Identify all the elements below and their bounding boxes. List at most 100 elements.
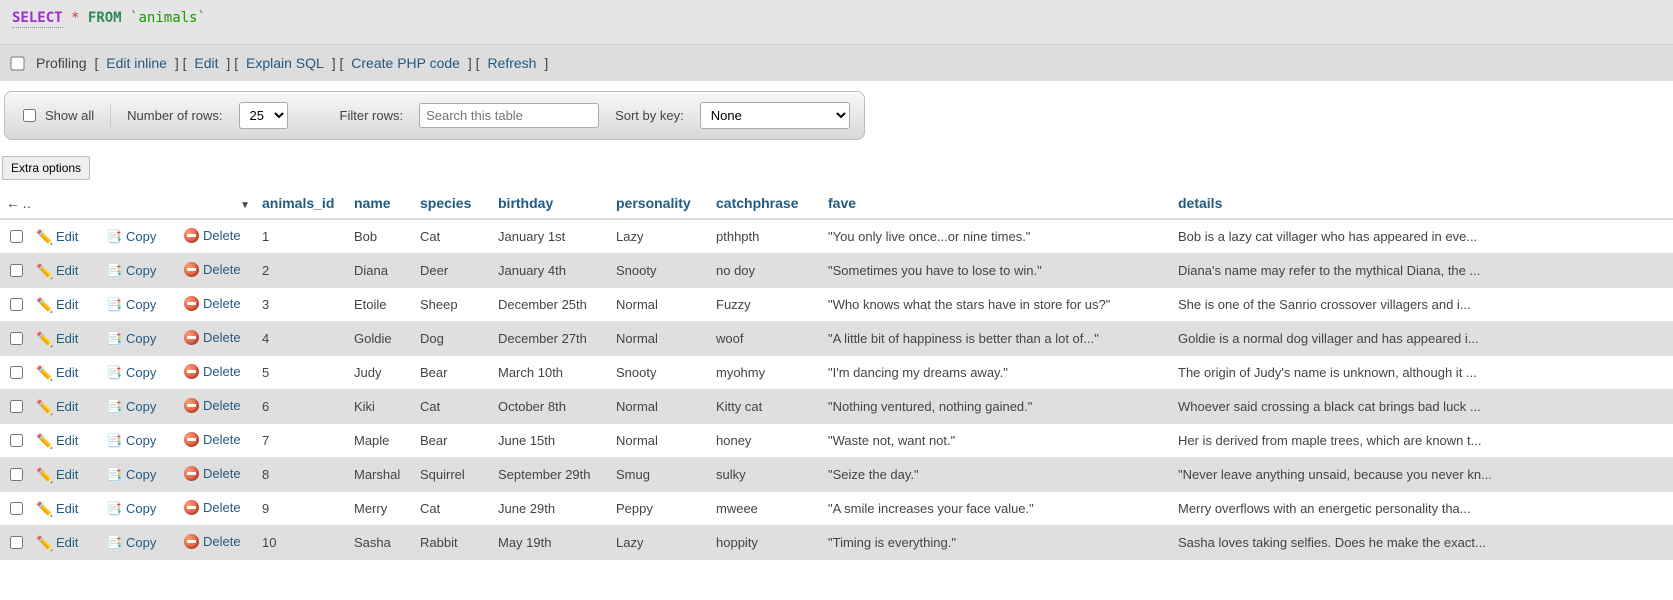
row-checkbox[interactable] xyxy=(10,264,23,277)
col-name[interactable]: name xyxy=(348,188,414,219)
row-checkbox[interactable] xyxy=(10,400,23,413)
col-catchphrase[interactable]: catchphrase xyxy=(710,188,822,219)
cell-personality: Normal xyxy=(610,322,710,356)
cell-id: 6 xyxy=(256,390,348,424)
copy-row-link[interactable]: Copy xyxy=(106,365,156,381)
edit-row-link[interactable]: Edit xyxy=(36,365,78,381)
sort-by-key-select[interactable]: None xyxy=(700,102,850,129)
refresh-link[interactable]: Refresh xyxy=(487,55,536,71)
col-species[interactable]: species xyxy=(414,188,492,219)
edit-row-link[interactable]: Edit xyxy=(36,467,78,483)
col-birthday[interactable]: birthday xyxy=(492,188,610,219)
copy-row-link[interactable]: Copy xyxy=(106,297,156,313)
row-checkbox[interactable] xyxy=(10,332,23,345)
delete-icon xyxy=(184,466,199,481)
copy-row-link[interactable]: Copy xyxy=(106,399,156,415)
cell-species: Squirrel xyxy=(414,458,492,492)
row-checkbox[interactable] xyxy=(10,434,23,447)
sort-direction-header[interactable]: ←T→ xyxy=(0,188,30,219)
cell-catchphrase: hoppity xyxy=(710,526,822,560)
sort-by-key-label: Sort by key: xyxy=(615,108,684,123)
create-php-link[interactable]: Create PHP code xyxy=(351,55,460,71)
edit-row-link[interactable]: Edit xyxy=(36,263,78,279)
results-controls: Show all Number of rows: 25 Filter rows:… xyxy=(4,91,865,140)
row-checkbox[interactable] xyxy=(10,366,23,379)
col-fave[interactable]: fave xyxy=(822,188,1172,219)
cell-name: Maple xyxy=(348,424,414,458)
pencil-icon xyxy=(36,331,52,347)
delete-row-link[interactable]: Delete xyxy=(184,398,241,413)
edit-row-link[interactable]: Edit xyxy=(36,229,78,245)
cell-fave: "A smile increases your face value." xyxy=(822,492,1172,526)
explain-sql-link[interactable]: Explain SQL xyxy=(246,55,324,71)
cell-catchphrase: mweee xyxy=(710,492,822,526)
delete-row-link[interactable]: Delete xyxy=(184,466,241,481)
edit-row-link[interactable]: Edit xyxy=(36,501,78,517)
cell-name: Diana xyxy=(348,254,414,288)
cell-details: Whoever said crossing a black cat brings… xyxy=(1172,390,1673,424)
copy-row-link[interactable]: Copy xyxy=(106,331,156,347)
cell-personality: Normal xyxy=(610,288,710,322)
table-row: EditCopyDelete8MarshalSquirrelSeptember … xyxy=(0,458,1673,492)
sql-keyword-from: FROM xyxy=(88,10,122,26)
table-row: EditCopyDelete4GoldieDogDecember 27thNor… xyxy=(0,322,1673,356)
filter-rows-input[interactable] xyxy=(419,103,599,128)
edit-link[interactable]: Edit xyxy=(194,55,218,71)
copy-row-link[interactable]: Copy xyxy=(106,263,156,279)
delete-icon xyxy=(184,534,199,549)
copy-row-link[interactable]: Copy xyxy=(106,535,156,551)
copy-icon xyxy=(106,297,122,313)
table-row: EditCopyDelete10SashaRabbitMay 19thLazyh… xyxy=(0,526,1673,560)
row-checkbox[interactable] xyxy=(10,502,23,515)
copy-icon xyxy=(106,467,122,483)
col-animals-id[interactable]: animals_id xyxy=(256,188,348,219)
show-all-control[interactable]: Show all xyxy=(19,106,94,125)
cell-fave: "Timing is everything." xyxy=(822,526,1172,560)
cell-personality: Smug xyxy=(610,458,710,492)
row-checkbox[interactable] xyxy=(10,230,23,243)
num-rows-label: Number of rows: xyxy=(127,108,222,123)
delete-icon xyxy=(184,500,199,515)
cell-id: 8 xyxy=(256,458,348,492)
cell-species: Bear xyxy=(414,424,492,458)
row-checkbox[interactable] xyxy=(10,468,23,481)
extra-options-button[interactable]: Extra options xyxy=(2,156,90,180)
copy-row-link[interactable]: Copy xyxy=(106,501,156,517)
results-table: ←T→ ▼ animals_id name species birthday p… xyxy=(0,188,1673,560)
delete-row-link[interactable]: Delete xyxy=(184,364,241,379)
delete-row-link[interactable]: Delete xyxy=(184,296,241,311)
delete-row-link[interactable]: Delete xyxy=(184,534,241,549)
cell-catchphrase: myohmy xyxy=(710,356,822,390)
edit-row-link[interactable]: Edit xyxy=(36,433,78,449)
copy-row-link[interactable]: Copy xyxy=(106,433,156,449)
delete-row-link[interactable]: Delete xyxy=(184,228,241,243)
edit-row-link[interactable]: Edit xyxy=(36,297,78,313)
edit-row-link[interactable]: Edit xyxy=(36,399,78,415)
show-all-checkbox[interactable] xyxy=(23,109,36,122)
dropdown-caret-icon[interactable]: ▼ xyxy=(240,200,250,211)
row-checkbox[interactable] xyxy=(10,536,23,549)
delete-row-link[interactable]: Delete xyxy=(184,500,241,515)
edit-row-link[interactable]: Edit xyxy=(36,535,78,551)
edit-row-link[interactable]: Edit xyxy=(36,331,78,347)
delete-row-link[interactable]: Delete xyxy=(184,262,241,277)
sql-keyword-select: SELECT xyxy=(12,10,63,28)
cell-id: 2 xyxy=(256,254,348,288)
copy-row-link[interactable]: Copy xyxy=(106,229,156,245)
col-personality[interactable]: personality xyxy=(610,188,710,219)
num-rows-select[interactable]: 25 xyxy=(239,102,288,129)
col-details[interactable]: details xyxy=(1172,188,1673,219)
row-checkbox[interactable] xyxy=(10,298,23,311)
profiling-label: Profiling xyxy=(36,55,87,71)
pencil-icon xyxy=(36,297,52,313)
delete-row-link[interactable]: Delete xyxy=(184,432,241,447)
table-row: EditCopyDelete9MerryCatJune 29thPeppymwe… xyxy=(0,492,1673,526)
cell-birthday: May 19th xyxy=(492,526,610,560)
copy-row-link[interactable]: Copy xyxy=(106,467,156,483)
profiling-checkbox[interactable] xyxy=(10,56,24,70)
cell-details: Sasha loves taking selfies. Does he make… xyxy=(1172,526,1673,560)
cell-details: Merry overflows with an energetic person… xyxy=(1172,492,1673,526)
table-row: EditCopyDelete3EtoileSheepDecember 25thN… xyxy=(0,288,1673,322)
delete-row-link[interactable]: Delete xyxy=(184,330,241,345)
edit-inline-link[interactable]: Edit inline xyxy=(106,55,167,71)
